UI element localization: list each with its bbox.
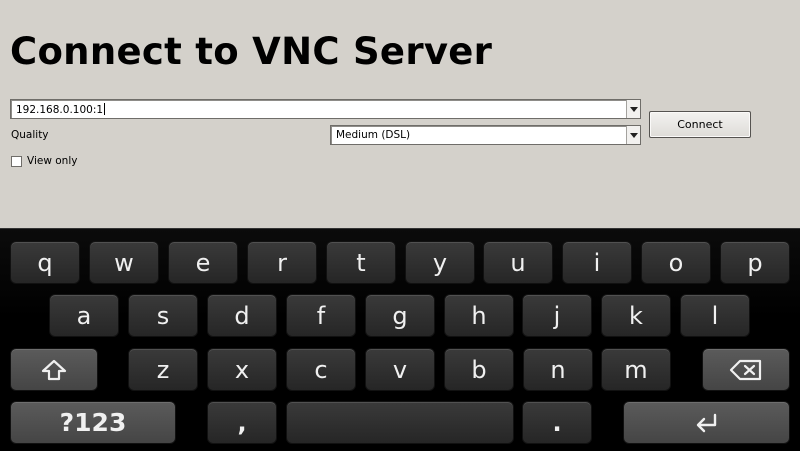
key-j[interactable]: j: [522, 294, 592, 337]
key-c[interactable]: c: [286, 348, 356, 391]
key-l[interactable]: l: [680, 294, 750, 337]
backspace-key[interactable]: [702, 348, 790, 391]
key-m[interactable]: m: [601, 348, 671, 391]
period-key[interactable]: .: [522, 401, 592, 444]
quality-selected-value: Medium (DSL): [336, 129, 411, 141]
key-o[interactable]: o: [641, 241, 711, 284]
key-r[interactable]: r: [247, 241, 317, 284]
backspace-icon: [729, 359, 762, 380]
key-u[interactable]: u: [483, 241, 553, 284]
key-x[interactable]: x: [207, 348, 277, 391]
key-h[interactable]: h: [444, 294, 514, 337]
key-k[interactable]: k: [601, 294, 671, 337]
key-z[interactable]: z: [128, 348, 198, 391]
key-v[interactable]: v: [365, 348, 435, 391]
enter-key[interactable]: [623, 401, 790, 444]
dialog-title: Connect to VNC Server: [10, 30, 493, 73]
key-q[interactable]: q: [10, 241, 80, 284]
view-only-checkbox[interactable]: [11, 156, 22, 167]
connect-button[interactable]: Connect: [649, 111, 751, 138]
symbols-key[interactable]: ?123: [10, 401, 176, 444]
key-w[interactable]: w: [89, 241, 159, 284]
space-bar[interactable]: [286, 401, 514, 444]
server-address-input[interactable]: 192.168.0.100:1: [16, 103, 106, 116]
chevron-down-icon[interactable]: [626, 100, 640, 118]
key-f[interactable]: f: [286, 294, 356, 337]
enter-icon: [696, 413, 716, 432]
key-d[interactable]: d: [207, 294, 277, 337]
view-only-label[interactable]: View only: [27, 155, 77, 167]
shift-key[interactable]: [10, 348, 98, 391]
comma-key[interactable]: ,: [207, 401, 277, 444]
key-y[interactable]: y: [405, 241, 475, 284]
shift-icon: [41, 359, 67, 380]
vnc-connect-dialog: Connect to VNC Server 192.168.0.100:1 Qu…: [0, 0, 800, 228]
text-cursor: [104, 103, 106, 115]
quality-label: Quality: [11, 129, 49, 141]
on-screen-keyboard: qwertyuiop asdfghjkl zxcvbnm ?123 , .: [0, 228, 800, 451]
key-g[interactable]: g: [365, 294, 435, 337]
key-n[interactable]: n: [523, 348, 593, 391]
quality-select[interactable]: Medium (DSL): [330, 125, 641, 145]
chevron-down-icon[interactable]: [626, 126, 640, 144]
server-address-combobox[interactable]: 192.168.0.100:1: [10, 99, 641, 119]
key-s[interactable]: s: [128, 294, 198, 337]
key-i[interactable]: i: [562, 241, 632, 284]
key-e[interactable]: e: [168, 241, 238, 284]
key-t[interactable]: t: [326, 241, 396, 284]
key-p[interactable]: p: [720, 241, 790, 284]
key-b[interactable]: b: [444, 348, 514, 391]
key-a[interactable]: a: [49, 294, 119, 337]
